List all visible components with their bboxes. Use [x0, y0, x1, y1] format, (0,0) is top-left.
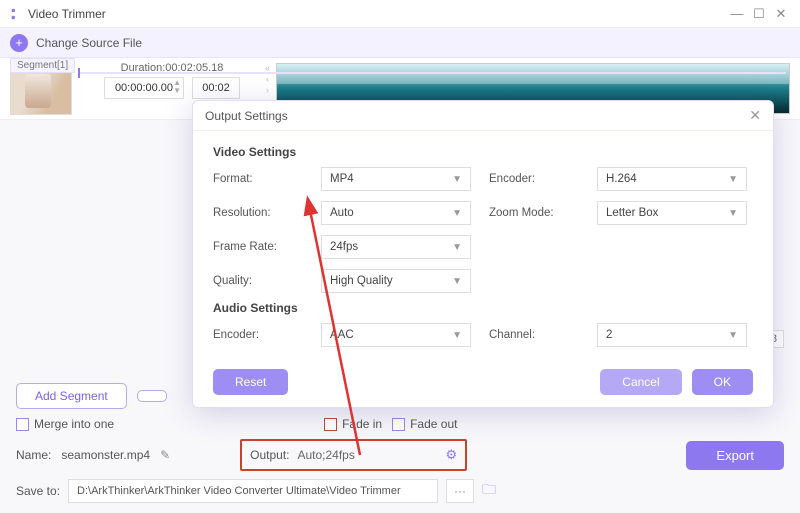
- ok-button[interactable]: OK: [692, 369, 753, 395]
- titlebar: Video Trimmer — ☐ ✕: [0, 0, 800, 28]
- chevron-down-icon: ▼: [452, 174, 462, 185]
- output-label: Output:: [250, 448, 289, 462]
- chevron-down-icon: ▼: [728, 208, 738, 219]
- format-label: Format:: [213, 173, 303, 185]
- resolution-label: Resolution:: [213, 207, 303, 219]
- video-encoder-label: Encoder:: [489, 173, 579, 185]
- channel-select[interactable]: 2▼: [597, 323, 747, 347]
- end-time-input[interactable]: 00:02: [192, 77, 240, 99]
- reset-button[interactable]: Reset: [213, 369, 288, 395]
- name-value: seamonster.mp4: [61, 448, 150, 462]
- quality-select[interactable]: High Quality▼: [321, 269, 471, 293]
- chevron-down-icon: ▼: [452, 242, 462, 253]
- framerate-select[interactable]: 24fps▼: [321, 235, 471, 259]
- zoom-select[interactable]: Letter Box▼: [597, 201, 747, 225]
- maximize-button[interactable]: ☐: [748, 3, 770, 25]
- video-encoder-select[interactable]: H.264▼: [597, 167, 747, 191]
- close-window-button[interactable]: ✕: [770, 3, 792, 25]
- output-summary-input[interactable]: [297, 445, 437, 465]
- stepper-icon[interactable]: ▲▼: [173, 79, 181, 95]
- gear-icon[interactable]: ⚙: [445, 447, 457, 463]
- browse-button[interactable]: ···: [446, 479, 474, 503]
- output-settings-dialog: Output Settings ✕ Video Settings Format:…: [192, 100, 774, 408]
- chevron-down-icon: ▼: [728, 330, 738, 341]
- video-section-header: Video Settings: [213, 145, 753, 159]
- save-path-input[interactable]: [68, 479, 438, 503]
- close-dialog-icon[interactable]: ✕: [749, 107, 761, 124]
- start-time-input[interactable]: 00:00:00.00 ▲▼: [104, 77, 184, 99]
- resolution-select[interactable]: Auto▼: [321, 201, 471, 225]
- timeline-track[interactable]: [78, 72, 786, 74]
- audio-encoder-select[interactable]: AAC▼: [321, 323, 471, 347]
- audio-section-header: Audio Settings: [213, 301, 753, 315]
- minimize-button[interactable]: —: [726, 3, 748, 25]
- chevron-down-icon: ▼: [728, 174, 738, 185]
- dialog-header: Output Settings ✕: [193, 101, 773, 131]
- merge-checkbox[interactable]: Merge into one: [16, 417, 114, 431]
- quality-label: Quality:: [213, 275, 303, 287]
- format-select[interactable]: MP4▼: [321, 167, 471, 191]
- app-title: Video Trimmer: [28, 7, 106, 21]
- audio-encoder-label: Encoder:: [213, 329, 303, 341]
- app-logo-icon: [8, 7, 22, 21]
- zoom-label: Zoom Mode:: [489, 207, 579, 219]
- plus-icon[interactable]: +: [10, 34, 28, 52]
- channel-label: Channel:: [489, 329, 579, 341]
- change-source-button[interactable]: Change Source File: [36, 36, 142, 50]
- chevron-down-icon: ▼: [452, 276, 462, 287]
- dialog-title: Output Settings: [205, 109, 288, 123]
- output-summary-box: Output: ⚙: [240, 439, 467, 471]
- secondary-button[interactable]: [137, 390, 167, 402]
- framerate-label: Frame Rate:: [213, 241, 303, 253]
- fade-in-checkbox[interactable]: Fade in: [324, 417, 382, 431]
- save-to-label: Save to:: [16, 484, 60, 498]
- fade-out-checkbox[interactable]: Fade out: [392, 417, 457, 431]
- segment-tab[interactable]: Segment[1]: [10, 58, 75, 73]
- edit-name-icon[interactable]: ✎: [160, 448, 170, 462]
- chevron-down-icon: ▼: [452, 208, 462, 219]
- open-folder-icon[interactable]: 🗀: [482, 479, 496, 503]
- chevron-down-icon: ▼: [452, 330, 462, 341]
- add-segment-button[interactable]: Add Segment: [16, 383, 127, 409]
- export-button[interactable]: Export: [686, 441, 784, 470]
- cancel-button[interactable]: Cancel: [600, 369, 681, 395]
- toolbar: + Change Source File: [0, 28, 800, 58]
- name-label: Name:: [16, 448, 51, 462]
